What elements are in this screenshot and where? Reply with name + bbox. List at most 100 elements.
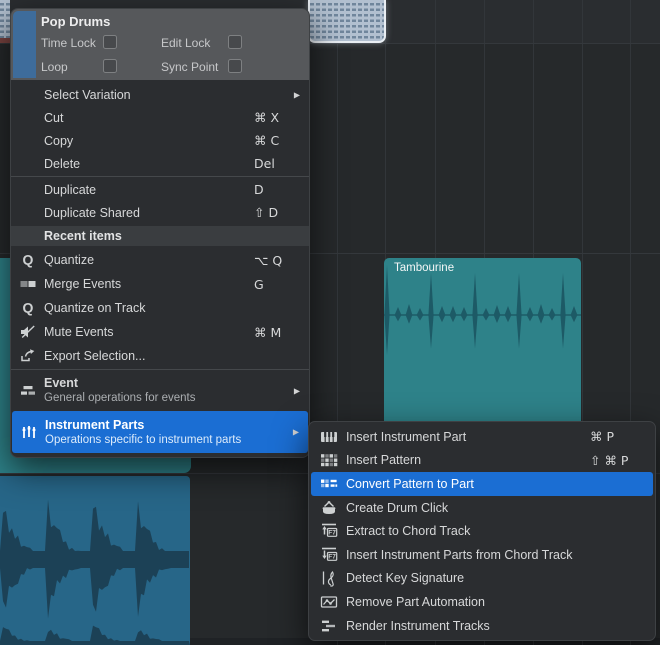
menu-item-export-selection[interactable]: Export Selection...	[11, 344, 309, 368]
submenu-item-insert-instrument-part[interactable]: Insert Instrument Part ⌘ P	[309, 425, 655, 449]
key-signature-icon	[318, 569, 340, 587]
shortcut-label: G	[254, 276, 264, 292]
context-menu-header: Pop Drums Time Lock Edit Lock Loop Sync Poi…	[11, 9, 309, 80]
menu-item-copy[interactable]: Copy ⌘ C	[11, 129, 309, 152]
checkbox-label-sync-point: Sync Point	[161, 60, 219, 74]
svg-text:F7: F7	[328, 553, 336, 560]
menu-item-label: Duplicate	[44, 182, 97, 197]
menu-item-label: Copy	[44, 133, 74, 148]
track-marker-bar	[0, 38, 10, 43]
pattern-clip-edge[interactable]	[0, 0, 10, 38]
submenu-item-insert-pattern[interactable]: Insert Pattern ⇧ ⌘ P	[309, 449, 655, 473]
menu-item-quantize[interactable]: Q Quantize ⌥ Q	[11, 248, 309, 272]
menu-item-label: Select Variation	[44, 87, 131, 102]
automation-icon	[318, 593, 340, 611]
shortcut-label: ⌘ X	[254, 110, 280, 125]
submenu-item-render-instrument-tracks[interactable]: Render Instrument Tracks	[309, 614, 655, 638]
menu-item-title: Event	[44, 376, 79, 390]
render-tracks-icon	[318, 617, 340, 635]
pattern-clip-selected[interactable]	[308, 0, 386, 43]
submenu-item-label: Convert Pattern to Part	[346, 476, 474, 491]
piano-icon	[318, 428, 340, 446]
checkbox-label-loop: Loop	[41, 60, 68, 74]
menu-item-event[interactable]: Event General operations for events ▶	[11, 371, 309, 410]
menu-item-label: Duplicate Shared	[44, 205, 140, 220]
submenu-items: Insert Instrument Part ⌘ P Insert Pattern ⇧…	[309, 425, 655, 637]
menu-item-label: Quantize	[44, 253, 95, 267]
convert-pattern-icon	[318, 475, 340, 493]
menu-item-instrument-parts[interactable]: Instrument Parts Operations specific to i…	[12, 411, 308, 453]
menu-item-label: Export Selection...	[44, 349, 146, 363]
menu-item-label: Merge Events	[44, 277, 122, 291]
studio-one-arrange-view: Tambourine Pop Drums Time Lock Edit Lock L…	[0, 0, 660, 645]
menu-item-label: Quantize on Track	[44, 301, 146, 315]
menu-item-title: Instrument Parts	[45, 417, 145, 432]
menu-title: Pop Drums	[41, 14, 111, 29]
menu-item-duplicate[interactable]: Duplicate D	[11, 178, 309, 201]
menu-separator	[11, 176, 309, 177]
edit-lock-checkbox[interactable]	[228, 35, 242, 49]
merge-events-icon	[18, 275, 38, 293]
submenu-item-remove-part-automation[interactable]: Remove Part Automation	[309, 590, 655, 614]
menu-item-mute-events[interactable]: Mute Events ⌘ M	[11, 320, 309, 344]
menu-item-cut[interactable]: Cut ⌘ X	[11, 106, 309, 129]
menu-item-label: Delete	[44, 156, 81, 171]
audio-waveform	[0, 499, 190, 645]
submenu-arrow-icon: ▶	[293, 386, 300, 395]
shortcut-label: D	[254, 182, 264, 197]
loop-checkbox[interactable]	[103, 59, 117, 73]
submenu-arrow-icon: ▶	[292, 427, 299, 437]
insert-chord-icon: F7	[318, 546, 340, 564]
instrument-parts-icon	[19, 423, 39, 441]
menu-item-select-variation[interactable]: Select Variation ▶	[11, 83, 309, 106]
submenu-item-extract-to-chord-track[interactable]: F7 Extract to Chord Track	[309, 519, 655, 543]
menu-section-label: Recent items	[44, 229, 122, 243]
shortcut-label: ⇧ D	[254, 205, 279, 220]
clip-label: Tambourine	[394, 262, 455, 274]
shortcut-label: ⌘ C	[254, 133, 280, 148]
submenu-item-detect-key-signature[interactable]: Detect Key Signature	[309, 567, 655, 591]
track-color-strip	[13, 11, 36, 78]
submenu-item-label: Detect Key Signature	[346, 571, 465, 586]
submenu-arrow-icon: ▶	[293, 90, 300, 99]
checkbox-label-edit-lock: Edit Lock	[161, 36, 211, 50]
quantize-icon: Q	[18, 251, 38, 269]
time-lock-checkbox[interactable]	[103, 35, 117, 49]
menu-item-label: Cut	[44, 110, 64, 125]
shortcut-label: Del	[254, 156, 275, 171]
submenu-item-label: Insert Instrument Parts from Chord Track	[346, 547, 573, 562]
event-icon	[18, 382, 38, 400]
drum-icon	[318, 499, 340, 517]
shortcut-label: ⌘ P	[590, 429, 615, 445]
menu-section-recent-items: Recent items	[11, 226, 309, 246]
submenu-item-label: Create Drum Click	[346, 500, 449, 515]
checkbox-label-time-lock: Time Lock	[41, 36, 96, 50]
submenu-item-insert-instrument-parts-from-chord-track[interactable]: F7 Insert Instrument Parts from Chord Tra…	[309, 543, 655, 567]
svg-text:Q: Q	[23, 252, 34, 268]
menu-item-quantize-on-track[interactable]: Q Quantize on Track	[11, 296, 309, 320]
shortcut-label: ⌘ M	[254, 324, 282, 340]
context-menu: Pop Drums Time Lock Edit Lock Loop Sync Poi…	[10, 8, 310, 458]
mute-icon	[18, 323, 38, 341]
menu-item-subtitle: Operations specific to instrument parts	[45, 433, 242, 446]
submenu-item-create-drum-click[interactable]: Create Drum Click	[309, 496, 655, 520]
sync-point-checkbox[interactable]	[228, 59, 242, 73]
pattern-grid-icon	[318, 451, 340, 469]
menu-item-merge-events[interactable]: Merge Events G	[11, 272, 309, 296]
menu-item-duplicate-shared[interactable]: Duplicate Shared ⇧ D	[11, 201, 309, 224]
menu-separator	[11, 369, 309, 370]
context-menu-items: Select Variation ▶ Cut ⌘ X Copy ⌘ C Delete Del D…	[11, 80, 309, 457]
submenu-item-label: Extract to Chord Track	[346, 524, 471, 539]
quantize-icon: Q	[18, 299, 38, 317]
menu-item-subtitle: General operations for events	[44, 392, 196, 404]
audio-clip-waveform[interactable]	[0, 476, 190, 645]
submenu-item-label: Render Instrument Tracks	[346, 618, 490, 633]
export-icon	[18, 347, 38, 365]
shortcut-label: ⇧ ⌘ P	[590, 452, 629, 468]
submenu-item-label: Insert Pattern	[346, 453, 422, 468]
submenu-item-convert-pattern-to-part[interactable]: Convert Pattern to Part	[311, 472, 653, 496]
svg-text:F7: F7	[328, 530, 336, 537]
menu-item-label: Mute Events	[44, 325, 114, 339]
menu-item-delete[interactable]: Delete Del	[11, 152, 309, 175]
extract-chord-icon: F7	[318, 522, 340, 540]
